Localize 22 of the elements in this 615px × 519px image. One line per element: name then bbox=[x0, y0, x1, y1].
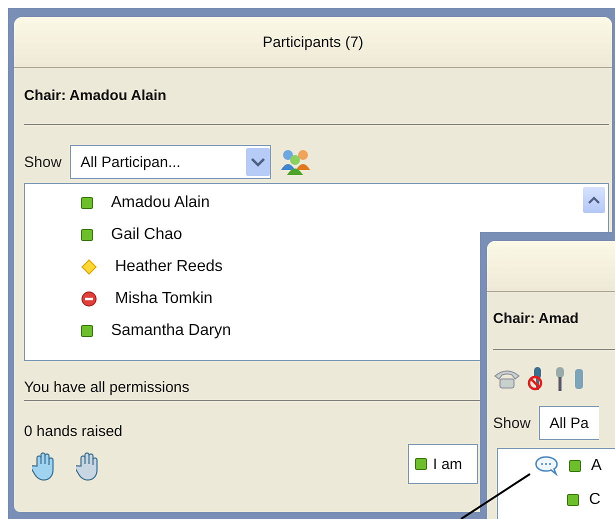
leader-line bbox=[460, 473, 531, 519]
scroll-up-icon bbox=[588, 196, 600, 204]
filter-dropdown[interactable]: All Participan... bbox=[70, 145, 271, 179]
microphone-icon[interactable] bbox=[553, 366, 567, 392]
participant-name[interactable]: Heather Reeds bbox=[115, 258, 223, 276]
dropdown-button[interactable] bbox=[246, 148, 270, 176]
participant-name[interactable]: Gail Chao bbox=[111, 226, 182, 244]
scroll-up-button[interactable] bbox=[582, 186, 606, 214]
chair-label: Chair: Amad bbox=[493, 311, 580, 327]
show-label: Show bbox=[24, 154, 62, 170]
chair-label: Chair: Amadou Alain bbox=[24, 88, 168, 104]
participant-name[interactable]: C bbox=[589, 491, 601, 509]
participant-name[interactable]: Samantha Daryn bbox=[111, 322, 232, 340]
participant-name[interactable]: Misha Tomkin bbox=[115, 290, 213, 308]
people-group-icon[interactable] bbox=[278, 148, 313, 176]
participant-name[interactable]: Amadou Alain bbox=[111, 194, 210, 212]
participant-name[interactable]: A bbox=[591, 457, 602, 475]
filter-dropdown[interactable]: All Pa bbox=[538, 406, 599, 440]
phone-icon[interactable] bbox=[493, 368, 521, 390]
status-field[interactable]: I am bbox=[408, 444, 478, 484]
show-label: Show bbox=[493, 414, 531, 432]
window-title: Participants (7) bbox=[14, 17, 612, 68]
